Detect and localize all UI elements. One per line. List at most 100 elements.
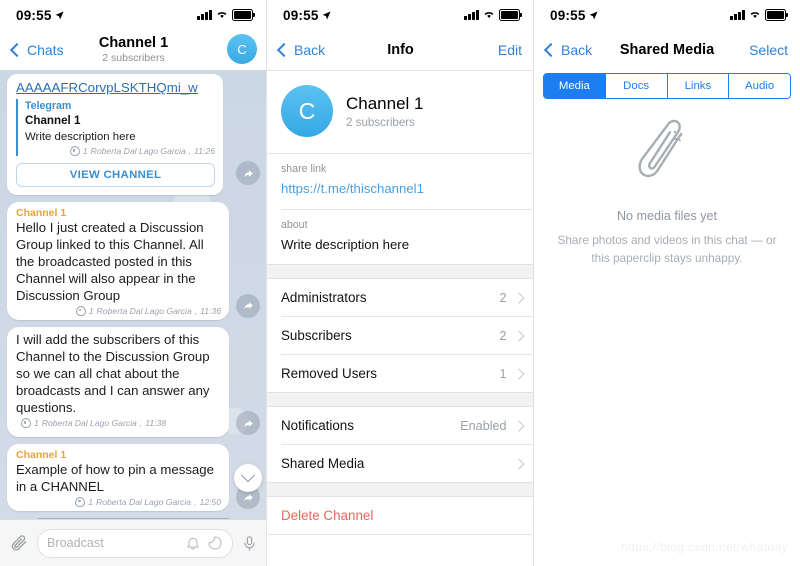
panel-chat: 09:55 Chats Channel 1 2 subscribers C AA… (0, 0, 267, 566)
forward-button[interactable] (236, 293, 260, 318)
empty-state-subtitle: Share photos and videos in this chat — o… (557, 233, 777, 265)
tab-media[interactable]: Media (544, 74, 606, 98)
chevron-down-icon (240, 468, 256, 483)
back-button[interactable]: Back (543, 42, 592, 58)
page-title: Channel 1 (98, 34, 169, 51)
status-bar: 09:55 (0, 0, 267, 30)
view-channel-button[interactable]: VIEW CHANNEL (16, 163, 215, 188)
scroll-to-bottom-button[interactable] (234, 464, 262, 492)
info-row-notifications[interactable]: Notifications Enabled (267, 407, 534, 444)
share-link-value[interactable]: https://t.me/thischannel1 (281, 179, 520, 199)
status-bar-indicators (464, 6, 522, 24)
sticker-icon[interactable] (207, 535, 223, 551)
search-input[interactable]: Broadcast (37, 528, 233, 558)
back-button[interactable]: Back (276, 42, 326, 58)
empty-state-title: No media files yet (616, 209, 718, 223)
forward-button[interactable] (236, 411, 260, 436)
subscriber-count: 2 subscribers (346, 116, 415, 130)
forward-button[interactable] (236, 161, 260, 186)
status-time: 09:55 (550, 7, 586, 23)
chevron-right-icon (512, 330, 524, 342)
message-sender: Channel 1 (16, 207, 67, 220)
avatar[interactable]: C (281, 85, 333, 137)
message-bubble[interactable]: I will add the subscribers of this Chann… (7, 326, 229, 438)
chat-message-list[interactable]: AAAAAFRCorvpLSKTHQmi_w Telegram Channel … (0, 70, 267, 520)
views-eye-icon (75, 497, 86, 508)
tab-docs[interactable]: Docs (605, 74, 668, 98)
row-value: 2 (499, 290, 507, 305)
message-item[interactable]: I will add the subscribers of this Chann… (0, 326, 267, 438)
tab-audio[interactable]: Audio (729, 74, 790, 98)
signal-bars-icon (464, 10, 479, 20)
back-label: Back (294, 42, 326, 58)
info-content: C Channel 1 2 subscribers share link htt… (267, 70, 534, 566)
delete-channel-label: Delete Channel (281, 508, 374, 524)
views-eye-icon (21, 418, 31, 429)
share-link-block[interactable]: share link https://t.me/thischannel1 (267, 154, 534, 209)
status-bar-time-group: 09:55 (16, 8, 64, 23)
battery-full-icon (499, 9, 522, 21)
chevron-right-icon (512, 368, 524, 380)
row-value: 1 (499, 366, 507, 381)
message-meta: 1 Roberta Dal Lago Garcia, 11:26 (25, 146, 215, 157)
message-sender: Channel 1 (16, 449, 67, 462)
panel-info: 09:55 Back Info Edit C Channel 1 2 subsc… (267, 0, 534, 566)
media-segmented-control[interactable]: Media Docs Links Audio (543, 73, 791, 99)
media-nav-bar: Back Shared Media Select (534, 30, 800, 70)
wifi-icon (483, 6, 495, 24)
views-eye-icon (69, 146, 80, 157)
bell-icon[interactable] (185, 535, 201, 551)
message-item[interactable]: Channel 1 Hello I just created a Discuss… (0, 202, 267, 320)
three-panel-screenshot: 09:55 Chats Channel 1 2 subscribers C AA… (0, 0, 800, 566)
message-link[interactable]: AAAAAFRCorvpLSKTHQmi_w (16, 80, 215, 95)
message-bubble[interactable]: AAAAAFRCorvpLSKTHQmi_w Telegram Channel … (7, 74, 223, 196)
battery-full-icon (232, 9, 255, 21)
avatar[interactable]: C (227, 34, 257, 64)
message-item[interactable]: Channel 1 Example of how to pin a messag… (0, 444, 267, 512)
chevron-left-icon (9, 42, 25, 58)
info-row-removed-users[interactable]: Removed Users 1 (267, 355, 534, 392)
microphone-icon[interactable] (241, 535, 258, 552)
view-count: 1 (82, 146, 88, 157)
back-to-chats-button[interactable]: Chats (9, 42, 64, 58)
message-meta: 1 Roberta Dal Lago Garcia, 11:38 (21, 418, 166, 429)
delete-channel-button[interactable]: Delete Channel (267, 497, 534, 534)
chevron-right-icon (512, 292, 524, 304)
status-bar-time-group: 09:55 (550, 8, 598, 23)
battery-full-icon (765, 9, 788, 21)
location-arrow-icon (55, 8, 64, 23)
view-count: 1 (88, 497, 94, 508)
chevron-right-icon (512, 458, 524, 470)
chevron-left-icon (276, 42, 292, 58)
row-value: Enabled (460, 418, 507, 433)
message-bubble[interactable]: Channel 1 Example of how to pin a messag… (7, 444, 229, 512)
message-time: 11:38 (145, 417, 167, 428)
divider (267, 534, 534, 536)
message-input-bar: Broadcast (0, 519, 267, 566)
page-title: Info (387, 41, 414, 58)
channel-name-group: Channel 1 2 subscribers (346, 93, 424, 129)
views-eye-icon (75, 305, 86, 316)
info-row-administrators[interactable]: Administrators 2 (267, 279, 534, 316)
subscriber-count: 2 subscribers (102, 51, 165, 64)
about-label: about (281, 218, 308, 231)
link-preview-card[interactable]: Telegram Channel 1 Write description her… (16, 99, 215, 157)
message-time: 12:50 (199, 497, 221, 508)
select-button[interactable]: Select (749, 42, 788, 58)
tab-links[interactable]: Links (667, 74, 730, 98)
row-label: Notifications (281, 418, 354, 434)
info-row-subscribers[interactable]: Subscribers 2 (267, 317, 534, 354)
paperclip-icon[interactable] (9, 533, 29, 553)
section-gap (267, 264, 534, 280)
row-label: Removed Users (281, 366, 377, 382)
link-preview-site: Telegram (25, 100, 72, 112)
message-text: Example of how to pin a message in a CHA… (16, 462, 214, 495)
info-row-shared-media[interactable]: Shared Media (267, 445, 534, 482)
link-preview-title: Channel 1 (25, 114, 81, 128)
status-bar-indicators (730, 6, 788, 24)
status-bar: 09:55 (267, 0, 534, 30)
message-link-preview[interactable]: AAAAAFRCorvpLSKTHQmi_w Telegram Channel … (0, 74, 267, 196)
message-bubble[interactable]: Channel 1 Hello I just created a Discuss… (7, 202, 229, 320)
chevron-right-icon (512, 420, 524, 432)
edit-button[interactable]: Edit (498, 42, 522, 58)
